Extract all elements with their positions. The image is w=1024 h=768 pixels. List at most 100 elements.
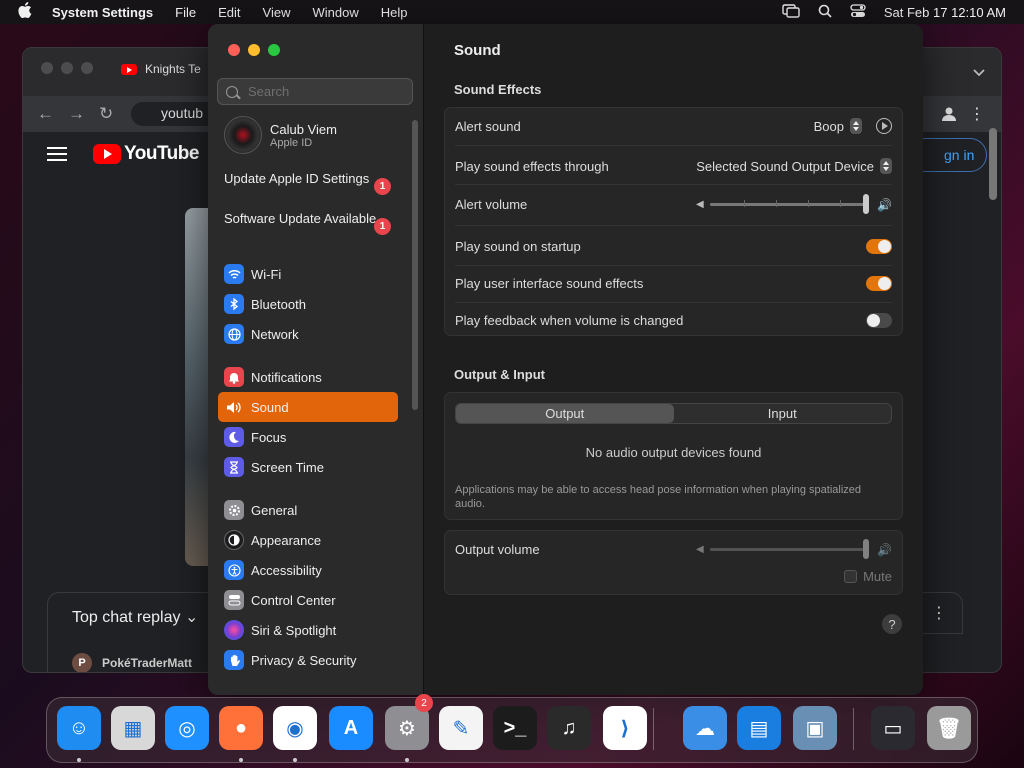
app-store-icon[interactable]: A: [329, 706, 373, 750]
textedit-icon[interactable]: ✎: [439, 706, 483, 750]
slider-tick: [840, 200, 841, 207]
volume-low-icon: ◀: [696, 199, 704, 210]
close-button[interactable]: [228, 44, 240, 56]
toggle-knob: [867, 313, 880, 327]
chrome-icon[interactable]: ◉: [273, 706, 317, 750]
output-volume-label: Output volume: [455, 541, 540, 557]
browser-more-icon[interactable]: ⋮: [969, 104, 985, 124]
sidebar-item-siri-spotlight[interactable]: Siri & Spotlight: [218, 615, 398, 645]
finder-icon[interactable]: ☺: [57, 706, 101, 750]
chevron-down-icon: ⌄: [184, 609, 199, 626]
volume-low-icon: ◀: [696, 544, 704, 555]
sidebar-item-network[interactable]: Network: [218, 319, 398, 349]
forward-arrow-icon[interactable]: →: [68, 104, 85, 124]
output-volume-slider[interactable]: ◀ 🔊: [696, 539, 892, 559]
browser-minimize-button[interactable]: [61, 62, 73, 74]
volume-high-icon: 🔊: [877, 198, 892, 212]
browser-zoom-button[interactable]: [81, 62, 93, 74]
reload-icon[interactable]: ↻: [99, 104, 113, 124]
help-button[interactable]: ?: [882, 614, 902, 634]
menu-file[interactable]: File: [175, 5, 196, 20]
system-settings-icon[interactable]: ⚙: [385, 706, 429, 750]
output-device-popup[interactable]: Selected Sound Output Device: [696, 158, 892, 174]
minimized-window-icon[interactable]: ▭: [871, 706, 915, 750]
alert-sound-popup[interactable]: Boop: [814, 118, 862, 134]
apple-menu-icon[interactable]: [18, 2, 38, 22]
sidebar-item-sound[interactable]: Sound: [218, 392, 398, 422]
screen-mirroring-icon[interactable]: [782, 3, 800, 21]
chat-title: Top chat replay: [72, 609, 181, 626]
sidebar-item-bluetooth[interactable]: Bluetooth: [218, 289, 398, 319]
sidebar-item-screen-time[interactable]: Screen Time: [218, 452, 398, 482]
tab-list-chevron-icon[interactable]: [973, 64, 985, 82]
tab-input[interactable]: Input: [674, 404, 892, 423]
page-title: Sound: [454, 42, 501, 59]
apple-id-profile[interactable]: Calub Viem Apple ID: [224, 116, 337, 154]
sidebar-item-label: General: [251, 502, 298, 518]
hourglass-icon: [224, 457, 244, 477]
firefox-icon[interactable]: ●: [219, 706, 263, 750]
sidebar-item-privacy-security[interactable]: Privacy & Security: [218, 645, 398, 675]
chat-more-icon[interactable]: ⋮: [931, 603, 947, 623]
vscode-icon[interactable]: ⟩: [603, 706, 647, 750]
browser-close-button[interactable]: [41, 62, 53, 74]
sidebar-item-wifi[interactable]: Wi-Fi: [218, 259, 398, 289]
wifi-icon: [224, 264, 244, 284]
play-alert-sound-button[interactable]: [876, 118, 892, 134]
sidebar-item-appearance[interactable]: Appearance: [218, 525, 398, 555]
sidebar-item-notifications[interactable]: Notifications: [218, 362, 398, 392]
sidebar-item-focus[interactable]: Focus: [218, 422, 398, 452]
chat-replay-dropdown[interactable]: Top chat replay ⌄: [72, 607, 217, 627]
back-arrow-icon[interactable]: ←: [37, 104, 54, 124]
ui-sound-effects-toggle[interactable]: [866, 275, 892, 291]
spotlight-search-icon[interactable]: [818, 4, 832, 21]
preview-icon[interactable]: ▣: [793, 706, 837, 750]
startup-sound-toggle[interactable]: [866, 238, 892, 254]
slider-knob[interactable]: [863, 539, 869, 559]
menu-view[interactable]: View: [263, 5, 291, 20]
menu-window[interactable]: Window: [312, 5, 358, 20]
hamburger-menu-icon[interactable]: [47, 147, 67, 161]
garageband-icon[interactable]: ♫: [547, 706, 591, 750]
weather-icon[interactable]: ☁: [683, 706, 727, 750]
alert-sound-label: Alert sound: [455, 118, 521, 134]
youtube-play-logo-icon: [93, 144, 121, 164]
menu-help[interactable]: Help: [381, 5, 408, 20]
sidebar-scrollbar[interactable]: [412, 120, 418, 410]
youtube-logo[interactable]: YouTube: [93, 143, 199, 165]
dock-update-badge: 2: [415, 694, 433, 712]
slider-fill: [710, 547, 866, 551]
sidebar-item-general[interactable]: General: [218, 495, 398, 525]
app-name-menu[interactable]: System Settings: [52, 5, 153, 20]
keynote-icon[interactable]: ▤: [737, 706, 781, 750]
volume-high-icon: 🔊: [877, 543, 892, 557]
notification-badge: 1: [374, 178, 391, 195]
sidebar-item-control-center[interactable]: Control Center: [218, 585, 398, 615]
zoom-button[interactable]: [268, 44, 280, 56]
tab-output[interactable]: Output: [456, 404, 674, 423]
launchpad-icon[interactable]: ▦: [111, 706, 155, 750]
software-update-notice[interactable]: Software Update Available: [224, 211, 384, 227]
volume-feedback-toggle[interactable]: [866, 312, 892, 328]
settings-sidebar: Calub Viem Apple ID Update Apple ID Sett…: [208, 24, 424, 695]
window-controls: [228, 44, 280, 56]
update-apple-id-notice[interactable]: Update Apple ID Settings: [224, 171, 384, 187]
control-center-menubar-icon[interactable]: [850, 3, 866, 21]
menubar-clock[interactable]: Sat Feb 17 12:10 AM: [884, 5, 1006, 20]
terminal-icon[interactable]: >_: [493, 706, 537, 750]
browser-scrollbar[interactable]: [989, 128, 997, 200]
slider-tick: [808, 200, 809, 207]
browser-tab[interactable]: Knights Te: [121, 62, 201, 76]
trash-icon[interactable]: 🗑: [927, 706, 971, 750]
minimize-button[interactable]: [248, 44, 260, 56]
sidebar-item-accessibility[interactable]: Accessibility: [218, 555, 398, 585]
search-input[interactable]: [248, 84, 398, 99]
profile-avatar-icon[interactable]: [941, 106, 957, 127]
slider-knob[interactable]: [863, 194, 869, 214]
alert-volume-slider[interactable]: ◀ 🔊: [696, 194, 892, 214]
menu-edit[interactable]: Edit: [218, 5, 240, 20]
volume-feedback-label: Play feedback when volume is changed: [455, 312, 684, 328]
safari-icon[interactable]: ◎: [165, 706, 209, 750]
avatar: [224, 116, 262, 154]
mute-checkbox[interactable]: [844, 570, 858, 583]
